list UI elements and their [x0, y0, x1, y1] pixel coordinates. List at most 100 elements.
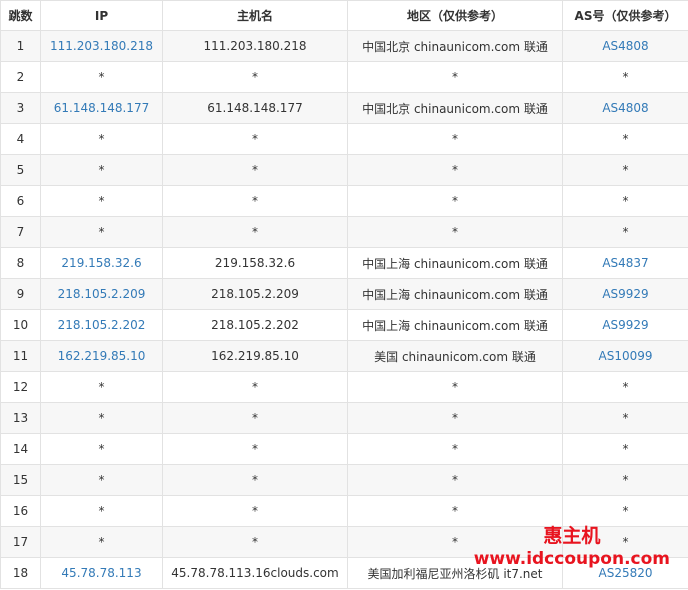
region-cell: 中国上海 chinaunicom.com 联通	[347, 247, 563, 279]
ip-cell[interactable]: 218.105.2.209	[40, 278, 163, 310]
hostname-cell: *	[162, 61, 348, 93]
table-header-row: 跳数 IP 主机名 地区（仅供参考） AS号（仅供参考）	[0, 0, 688, 31]
asn-cell[interactable]: AS9929	[562, 278, 688, 310]
hop-cell: 17	[0, 526, 41, 558]
ip-cell: *	[40, 154, 163, 186]
ip-cell[interactable]: 61.148.148.177	[40, 92, 163, 124]
asn-cell: *	[562, 123, 688, 155]
region-cell: *	[347, 216, 563, 248]
asn-cell[interactable]: AS4808	[562, 92, 688, 124]
table-row: 13 * * * *	[0, 402, 688, 434]
region-cell: 中国上海 chinaunicom.com 联通	[347, 278, 563, 310]
hop-cell: 1	[0, 30, 41, 62]
ip-cell: *	[40, 61, 163, 93]
region-cell: 中国北京 chinaunicom.com 联通	[347, 92, 563, 124]
region-cell: 美国加利福尼亚州洛杉矶 it7.net	[347, 557, 563, 589]
table-row: 4 * * * *	[0, 123, 688, 155]
ip-cell: *	[40, 216, 163, 248]
hop-cell: 12	[0, 371, 41, 403]
hostname-cell: 218.105.2.202	[162, 309, 348, 341]
asn-cell: *	[562, 154, 688, 186]
hop-cell: 15	[0, 464, 41, 496]
ip-cell: *	[40, 495, 163, 527]
ip-cell: *	[40, 433, 163, 465]
table-row: 7 * * * *	[0, 216, 688, 248]
asn-cell: *	[562, 433, 688, 465]
ip-cell: *	[40, 185, 163, 217]
header-ip: IP	[40, 0, 163, 31]
region-cell: *	[347, 495, 563, 527]
asn-cell: *	[562, 464, 688, 496]
hostname-cell: *	[162, 123, 348, 155]
ip-cell: *	[40, 371, 163, 403]
header-asn: AS号（仅供参考）	[562, 0, 688, 31]
hostname-cell: 219.158.32.6	[162, 247, 348, 279]
asn-cell: *	[562, 61, 688, 93]
ip-cell[interactable]: 162.219.85.10	[40, 340, 163, 372]
hostname-cell: *	[162, 371, 348, 403]
region-cell: *	[347, 371, 563, 403]
hostname-cell: 162.219.85.10	[162, 340, 348, 372]
header-region: 地区（仅供参考）	[347, 0, 563, 31]
asn-cell[interactable]: AS4808	[562, 30, 688, 62]
table-row: 12 * * * *	[0, 371, 688, 403]
asn-cell[interactable]: AS25820	[562, 557, 688, 589]
asn-cell: *	[562, 371, 688, 403]
ip-cell[interactable]: 218.105.2.202	[40, 309, 163, 341]
hostname-cell: 61.148.148.177	[162, 92, 348, 124]
hop-cell: 8	[0, 247, 41, 279]
asn-cell: *	[562, 495, 688, 527]
region-cell: *	[347, 185, 563, 217]
asn-cell[interactable]: AS10099	[562, 340, 688, 372]
hop-cell: 7	[0, 216, 41, 248]
hop-cell: 10	[0, 309, 41, 341]
header-hostname: 主机名	[162, 0, 348, 31]
table-row: 8 219.158.32.6 219.158.32.6 中国上海 chinaunico…	[0, 247, 688, 279]
region-cell: 美国 chinaunicom.com 联通	[347, 340, 563, 372]
hostname-cell: *	[162, 526, 348, 558]
asn-cell[interactable]: AS4837	[562, 247, 688, 279]
hostname-cell: *	[162, 402, 348, 434]
table-row: 11 162.219.85.10 162.219.85.10 美国 chinaunic…	[0, 340, 688, 372]
asn-cell: *	[562, 402, 688, 434]
table-row: 6 * * * *	[0, 185, 688, 217]
asn-cell: *	[562, 526, 688, 558]
table-row: 3 61.148.148.177 61.148.148.177 中国北京 chinau…	[0, 92, 688, 124]
hostname-cell: *	[162, 154, 348, 186]
hostname-cell: 218.105.2.209	[162, 278, 348, 310]
table-row: 16 * * * *	[0, 495, 688, 527]
ip-cell: *	[40, 402, 163, 434]
hop-cell: 4	[0, 123, 41, 155]
region-cell: *	[347, 433, 563, 465]
table-row: 15 * * * *	[0, 464, 688, 496]
hostname-cell: 45.78.78.113.16clouds.com	[162, 557, 348, 589]
hostname-cell: *	[162, 433, 348, 465]
region-cell: *	[347, 61, 563, 93]
table-row: 2 * * * *	[0, 61, 688, 93]
hop-cell: 5	[0, 154, 41, 186]
hostname-cell: *	[162, 185, 348, 217]
table-row: 9 218.105.2.209 218.105.2.209 中国上海 chinauni…	[0, 278, 688, 310]
hop-cell: 13	[0, 402, 41, 434]
asn-cell[interactable]: AS9929	[562, 309, 688, 341]
ip-cell[interactable]: 111.203.180.218	[40, 30, 163, 62]
traceroute-table: 跳数 IP 主机名 地区（仅供参考） AS号（仅供参考） 1 111.203.18…	[0, 0, 688, 589]
region-cell: *	[347, 402, 563, 434]
hop-cell: 6	[0, 185, 41, 217]
table-row: 10 218.105.2.202 218.105.2.202 中国上海 chinaun…	[0, 309, 688, 341]
region-cell: 中国北京 chinaunicom.com 联通	[347, 30, 563, 62]
ip-cell: *	[40, 123, 163, 155]
ip-cell: *	[40, 464, 163, 496]
ip-cell[interactable]: 219.158.32.6	[40, 247, 163, 279]
region-cell: *	[347, 154, 563, 186]
table-row: 14 * * * *	[0, 433, 688, 465]
hostname-cell: *	[162, 464, 348, 496]
hostname-cell: 111.203.180.218	[162, 30, 348, 62]
ip-cell[interactable]: 45.78.78.113	[40, 557, 163, 589]
region-cell: *	[347, 123, 563, 155]
hop-cell: 3	[0, 92, 41, 124]
table-row: 5 * * * *	[0, 154, 688, 186]
hop-cell: 14	[0, 433, 41, 465]
table-row: 1 111.203.180.218 111.203.180.218 中国北京 chin…	[0, 30, 688, 62]
hostname-cell: *	[162, 216, 348, 248]
